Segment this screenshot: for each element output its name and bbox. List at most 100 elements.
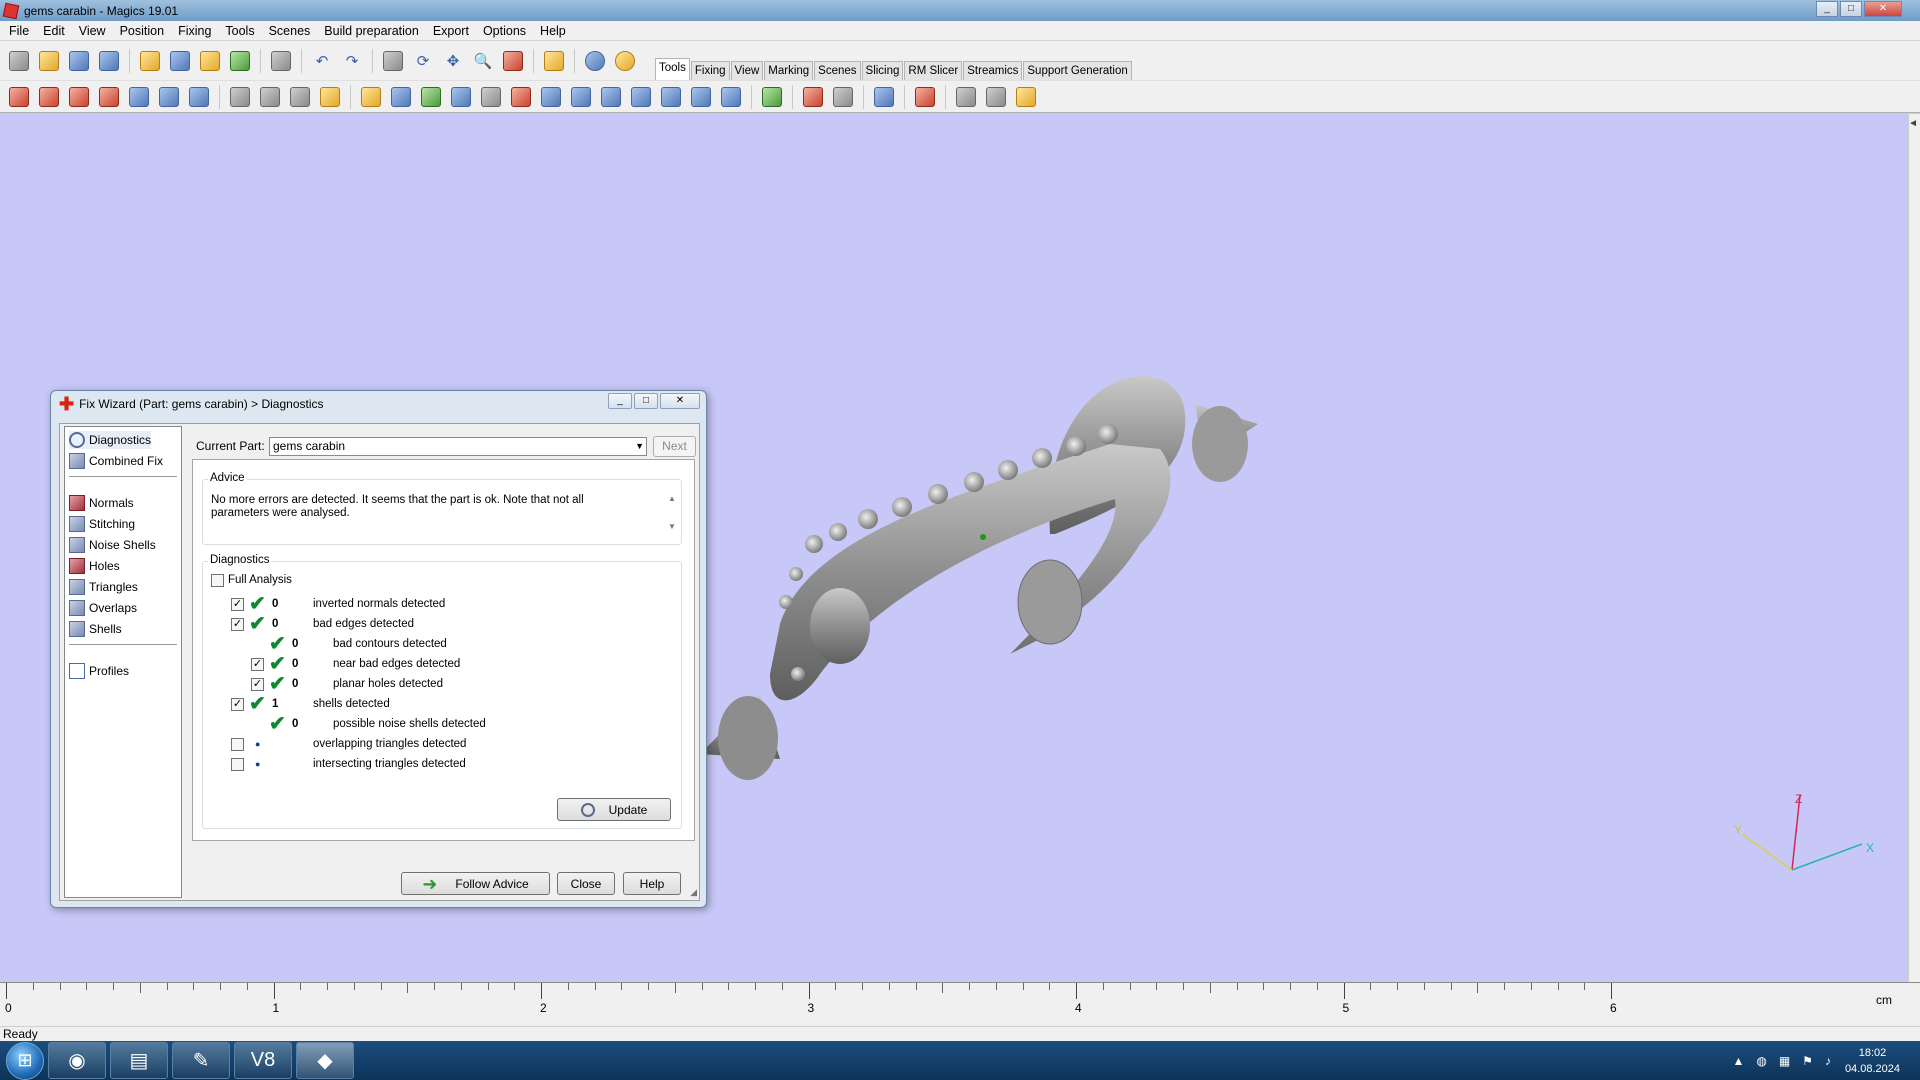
clock[interactable]: 18:02 04.08.2024: [1845, 1045, 1900, 1077]
close-window-button[interactable]: ✕: [1864, 1, 1902, 17]
tab-support-generation[interactable]: Support Generation: [1023, 61, 1132, 80]
fix-wizard-icon[interactable]: [913, 85, 937, 109]
nav-stitching[interactable]: Stitching: [69, 515, 135, 533]
nav-holes[interactable]: Holes: [69, 557, 120, 575]
menu-item-scenes[interactable]: Scenes: [262, 24, 318, 38]
package-icon[interactable]: [872, 85, 896, 109]
surface-icon[interactable]: [659, 85, 683, 109]
print-icon[interactable]: [269, 49, 293, 73]
menu-item-export[interactable]: Export: [426, 24, 476, 38]
tray-expand-icon[interactable]: ▲: [1732, 1054, 1744, 1068]
v8-taskbar-icon[interactable]: V8: [234, 1042, 292, 1079]
pan-icon[interactable]: ✥: [441, 49, 465, 73]
rescale-icon[interactable]: [127, 85, 151, 109]
cut-icon[interactable]: [228, 85, 252, 109]
zoom-fit-icon[interactable]: [501, 49, 525, 73]
dialog-minimize-button[interactable]: _: [608, 393, 632, 409]
tab-view[interactable]: View: [730, 61, 764, 80]
section-icon[interactable]: [629, 85, 653, 109]
offset-icon[interactable]: [419, 85, 443, 109]
menu-item-options[interactable]: Options: [476, 24, 533, 38]
tab-tools[interactable]: Tools: [655, 58, 690, 80]
load-scene-icon[interactable]: [198, 49, 222, 73]
next-button[interactable]: Next: [653, 436, 696, 457]
menu-item-tools[interactable]: Tools: [218, 24, 261, 38]
start-button[interactable]: ⊞: [6, 1041, 44, 1080]
translate-default-icon[interactable]: [37, 85, 61, 109]
tab-streamics[interactable]: Streamics: [963, 61, 1023, 80]
redo-icon[interactable]: ↷: [340, 49, 364, 73]
menu-item-file[interactable]: File: [2, 24, 36, 38]
resize-grip-icon[interactable]: ◢: [690, 887, 697, 898]
merge-icon[interactable]: [288, 85, 312, 109]
import-part-icon[interactable]: [138, 49, 162, 73]
save-part-icon[interactable]: [168, 49, 192, 73]
menu-item-fixing[interactable]: Fixing: [171, 24, 218, 38]
extrude-icon[interactable]: [389, 85, 413, 109]
select-icon[interactable]: [381, 49, 405, 73]
close-button[interactable]: Close: [557, 872, 615, 895]
translate-icon[interactable]: [7, 85, 31, 109]
diagnostic-checkbox[interactable]: ✓: [231, 698, 244, 711]
nav-diagnostics[interactable]: Diagnostics: [69, 431, 152, 449]
magics-taskbar-icon[interactable]: ◆: [296, 1042, 354, 1079]
hollow-icon[interactable]: [359, 85, 383, 109]
frame-icon[interactable]: [719, 85, 743, 109]
perforate-icon[interactable]: [569, 85, 593, 109]
nav-shells[interactable]: Shells: [69, 620, 122, 638]
menu-item-help[interactable]: Help: [533, 24, 573, 38]
whats-this-icon[interactable]: [613, 49, 637, 73]
diagnostic-checkbox[interactable]: [231, 758, 244, 771]
mirror-icon[interactable]: [157, 85, 181, 109]
dialog-maximize-button[interactable]: □: [634, 393, 658, 409]
menu-item-position[interactable]: Position: [113, 24, 171, 38]
help-icon[interactable]: [583, 49, 607, 73]
label-icon[interactable]: [449, 85, 473, 109]
open-folder-icon[interactable]: [37, 49, 61, 73]
hand-tool-icon[interactable]: [318, 85, 342, 109]
dialog-close-x-button[interactable]: ✕: [660, 393, 700, 409]
structure-icon[interactable]: [599, 85, 623, 109]
diagnostic-checkbox[interactable]: ✓: [251, 678, 264, 691]
rotate-view-icon[interactable]: ⟳: [411, 49, 435, 73]
support-icon[interactable]: [1014, 85, 1038, 109]
nav-noise-shells[interactable]: Noise Shells: [69, 536, 156, 554]
explorer-taskbar-icon[interactable]: ▤: [110, 1042, 168, 1079]
tab-marking[interactable]: Marking: [764, 61, 814, 80]
measure-icon[interactable]: [760, 85, 784, 109]
paint-taskbar-icon[interactable]: ✎: [172, 1042, 230, 1079]
chrome-taskbar-icon[interactable]: ◉: [48, 1042, 106, 1079]
duplicate-icon[interactable]: [187, 85, 211, 109]
boolean-icon[interactable]: [258, 85, 282, 109]
maximize-button[interactable]: □: [1840, 1, 1862, 17]
volume-icon[interactable]: ♪: [1825, 1054, 1831, 1068]
undo-icon[interactable]: ↶: [310, 49, 334, 73]
panel-collapse-arrow-icon[interactable]: ◄: [1908, 118, 1918, 129]
tab-scenes[interactable]: Scenes: [814, 61, 861, 80]
help-button[interactable]: Help: [623, 872, 681, 895]
advice-scrollbar[interactable]: ▲ ▼: [665, 492, 679, 536]
update-button[interactable]: Update: [557, 798, 671, 821]
diagnostic-checkbox[interactable]: ✓: [231, 598, 244, 611]
diagnostic-checkbox[interactable]: ✓: [251, 658, 264, 671]
slices-icon[interactable]: [984, 85, 1008, 109]
rotate-icon[interactable]: [67, 85, 91, 109]
full-analysis-checkbox[interactable]: [211, 574, 224, 587]
part-info-icon[interactable]: [801, 85, 825, 109]
tab-fixing[interactable]: Fixing: [690, 61, 730, 80]
side-panel-scrollbar[interactable]: [1908, 114, 1920, 982]
diagnostic-checkbox[interactable]: ✓: [231, 618, 244, 631]
zoom-icon[interactable]: 🔍: [471, 49, 495, 73]
new-file-icon[interactable]: [7, 49, 31, 73]
unload-part-icon[interactable]: [228, 49, 252, 73]
xyz-icon[interactable]: [831, 85, 855, 109]
diagnostic-checkbox[interactable]: [231, 738, 244, 751]
save-as-icon[interactable]: [97, 49, 121, 73]
carabiner-part[interactable]: [700, 376, 1258, 780]
save-icon[interactable]: [67, 49, 91, 73]
nav-profiles[interactable]: Profiles: [69, 662, 129, 680]
tab-rm-slicer[interactable]: RM Slicer: [904, 61, 963, 80]
nav-combined-fix[interactable]: Combined Fix: [69, 452, 163, 470]
smooth-icon[interactable]: [479, 85, 503, 109]
tab-slicing[interactable]: Slicing: [861, 61, 904, 80]
